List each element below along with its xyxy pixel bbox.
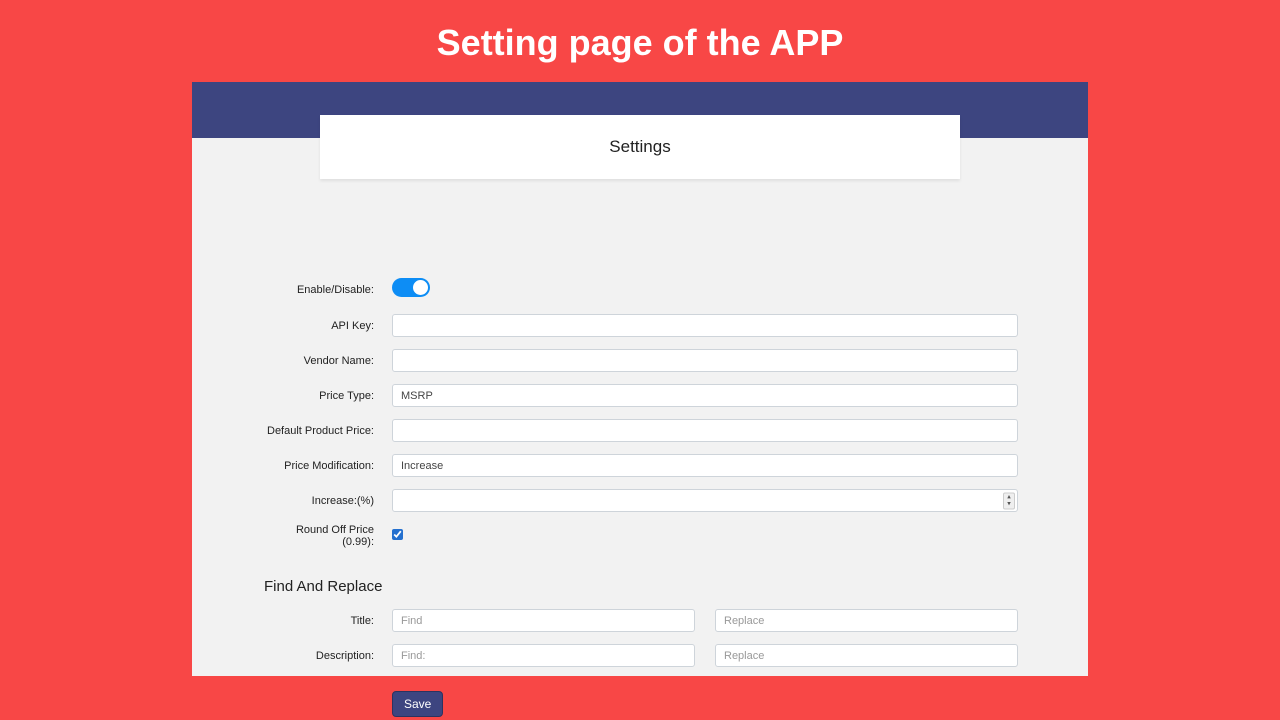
description-replace-input[interactable] bbox=[715, 644, 1018, 667]
title-find-replace-row: Title: bbox=[262, 609, 1018, 632]
title-find-input[interactable] bbox=[392, 609, 695, 632]
default-product-price-label: Default Product Price: bbox=[262, 425, 392, 437]
price-modification-input[interactable] bbox=[392, 454, 1018, 477]
app-window: Settings Enable/Disable: API Key: Vendor… bbox=[192, 82, 1088, 676]
enable-disable-row: Enable/Disable: bbox=[262, 278, 1018, 302]
settings-form: Enable/Disable: API Key: Vendor Name: Pr… bbox=[192, 138, 1088, 717]
default-product-price-input[interactable] bbox=[392, 419, 1018, 442]
find-replace-section-title: Find And Replace bbox=[262, 578, 1018, 595]
default-product-price-row: Default Product Price: bbox=[262, 419, 1018, 442]
toggle-knob bbox=[413, 280, 428, 295]
price-modification-row: Price Modification: bbox=[262, 454, 1018, 477]
api-key-input[interactable] bbox=[392, 314, 1018, 337]
settings-card: Settings bbox=[320, 115, 960, 179]
title-replace-input[interactable] bbox=[715, 609, 1018, 632]
number-spinner-icon[interactable]: ▴ ▾ bbox=[1003, 492, 1015, 509]
chevron-up-icon: ▴ bbox=[1007, 494, 1011, 501]
api-key-label: API Key: bbox=[262, 320, 392, 332]
price-type-input[interactable] bbox=[392, 384, 1018, 407]
round-off-row: Round Off Price (0.99): bbox=[262, 524, 1018, 548]
enable-disable-label: Enable/Disable: bbox=[262, 284, 392, 296]
round-off-label: Round Off Price (0.99): bbox=[262, 524, 392, 548]
round-off-checkbox[interactable] bbox=[392, 529, 403, 540]
vendor-name-input[interactable] bbox=[392, 349, 1018, 372]
vendor-name-row: Vendor Name: bbox=[262, 349, 1018, 372]
save-button[interactable]: Save bbox=[392, 691, 443, 717]
chevron-down-icon: ▾ bbox=[1007, 501, 1011, 508]
description-find-replace-row: Description: bbox=[262, 644, 1018, 667]
enable-disable-toggle[interactable] bbox=[392, 278, 430, 297]
increase-pct-label: Increase:(%) bbox=[262, 495, 392, 507]
api-key-row: API Key: bbox=[262, 314, 1018, 337]
settings-card-title: Settings bbox=[320, 137, 960, 157]
page-title: Setting page of the APP bbox=[0, 0, 1280, 82]
price-type-row: Price Type: bbox=[262, 384, 1018, 407]
vendor-name-label: Vendor Name: bbox=[262, 355, 392, 367]
description-find-input[interactable] bbox=[392, 644, 695, 667]
description-label: Description: bbox=[262, 650, 392, 662]
title-label: Title: bbox=[262, 615, 392, 627]
save-row: Save bbox=[392, 691, 1018, 717]
increase-pct-input[interactable] bbox=[392, 489, 1018, 512]
increase-pct-row: Increase:(%) ▴ ▾ bbox=[262, 489, 1018, 512]
price-modification-label: Price Modification: bbox=[262, 460, 392, 472]
price-type-label: Price Type: bbox=[262, 390, 392, 402]
